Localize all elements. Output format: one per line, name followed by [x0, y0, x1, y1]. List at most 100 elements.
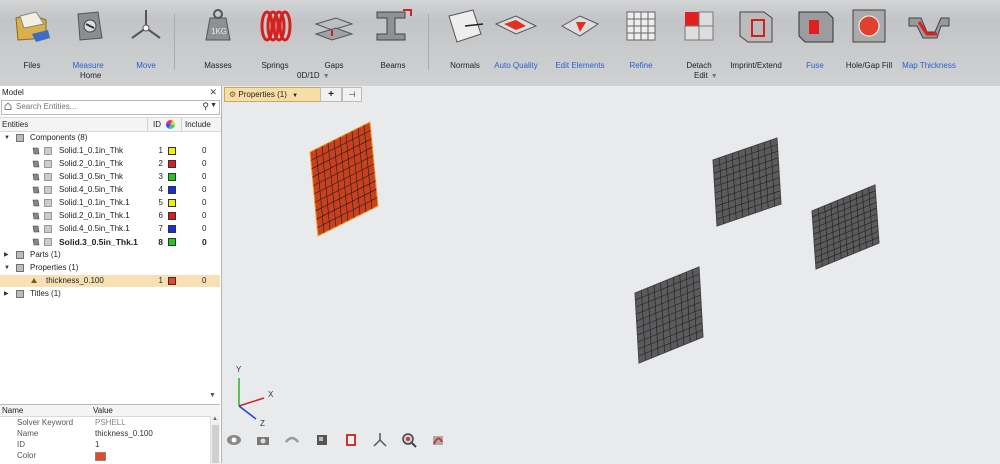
expand-icon[interactable]: ▶: [4, 249, 9, 261]
color-swatch[interactable]: [168, 147, 176, 155]
rotate-icon[interactable]: [430, 432, 446, 448]
hole-gap-fill-button[interactable]: Hole/Gap Fill: [837, 4, 901, 70]
color-swatch[interactable]: [168, 199, 176, 207]
visibility-icon[interactable]: [32, 225, 40, 233]
scroll-up-icon[interactable]: ▲: [212, 416, 218, 422]
tree-item-component[interactable]: Solid.1_0.1in_Thk.1 5 0: [0, 197, 220, 209]
tool-label: Masses: [204, 61, 232, 70]
visibility-icon[interactable]: [32, 238, 40, 246]
color-swatch[interactable]: [95, 452, 106, 461]
collapse-icon[interactable]: ▼: [4, 132, 10, 144]
color-swatch[interactable]: [168, 173, 176, 181]
highlighted-shell-mesh[interactable]: [309, 121, 379, 237]
imprint-extend-button[interactable]: Imprint/Extend: [724, 4, 788, 70]
tree-folder-parts[interactable]: ▶ Parts (1): [0, 249, 220, 261]
shell-mesh[interactable]: [634, 266, 704, 364]
move-button[interactable]: Move: [114, 4, 178, 70]
chevron-down-icon[interactable]: ▼: [210, 102, 217, 109]
model-canvas[interactable]: Y X Z: [222, 86, 1000, 463]
editor-row-solver-keyword[interactable]: Solver Keyword PSHELL: [0, 417, 220, 428]
tool-label: Auto Quality: [494, 61, 538, 70]
visibility-icon[interactable]: [32, 212, 40, 220]
color-swatch[interactable]: [168, 212, 176, 220]
visibility-icon[interactable]: [32, 199, 40, 207]
color-swatch[interactable]: [168, 277, 176, 285]
tree-item-component[interactable]: Solid.3_0.5in_Thk.1 8 0: [0, 236, 220, 248]
map-thickness-button[interactable]: Map Thickness: [897, 4, 961, 70]
scrollbar-thumb[interactable]: [212, 425, 219, 463]
column-include[interactable]: Include: [185, 118, 211, 131]
gaps-button[interactable]: Gaps: [302, 4, 366, 70]
visibility-icon[interactable]: [32, 160, 40, 168]
edit-elements-button[interactable]: Edit Elements: [548, 4, 612, 70]
tool-label: Hole/Gap Fill: [845, 61, 893, 70]
tree-label: Parts (1): [30, 250, 61, 259]
search-icon[interactable]: ⚲: [202, 101, 209, 112]
group-label-edit[interactable]: Edit ▼: [694, 71, 718, 80]
scrollbar[interactable]: ▲: [210, 416, 220, 464]
tree-item-component[interactable]: Solid.4_0.5in_Thk 4 0: [0, 184, 220, 196]
color-swatch[interactable]: [168, 186, 176, 194]
auto-quality-button[interactable]: Auto Quality: [484, 4, 548, 70]
undo-view-icon[interactable]: [284, 432, 300, 448]
tree-folder-titles[interactable]: ▶ Titles (1): [0, 288, 220, 300]
tree-item-component[interactable]: Solid.3_0.5in_Thk 3 0: [0, 171, 220, 183]
tree-item-component[interactable]: Solid.4_0.5in_Thk.1 7 0: [0, 223, 220, 235]
editor-value[interactable]: 1: [95, 439, 99, 450]
tree-include: 0: [202, 146, 207, 155]
expand-icon[interactable]: ▶: [4, 288, 9, 300]
camera-icon[interactable]: [255, 432, 271, 448]
tree-id: 7: [158, 224, 163, 233]
axes-icon[interactable]: [372, 432, 388, 448]
tree-id: 6: [158, 211, 163, 220]
files-button[interactable]: Files: [0, 4, 64, 70]
column-id[interactable]: ID: [153, 118, 161, 131]
editor-row-id[interactable]: ID 1: [0, 439, 220, 450]
tree-include: 0: [202, 198, 207, 207]
search-bar: ⚲ ▼: [1, 100, 220, 115]
search-input[interactable]: [16, 101, 196, 112]
visibility-icon[interactable]: [32, 173, 40, 181]
measure-button[interactable]: Measure: [56, 4, 120, 70]
visualization-icon[interactable]: [226, 432, 242, 448]
group-label-0d1d[interactable]: 0D/1D ▼: [297, 71, 330, 80]
tree-item-component[interactable]: Solid.1_0.1in_Thk 1 0: [0, 145, 220, 157]
tool-label: Beams: [380, 61, 406, 70]
box-view-icon[interactable]: [314, 432, 330, 448]
shell-mesh[interactable]: [712, 137, 782, 227]
color-swatch[interactable]: [168, 160, 176, 168]
refine-button[interactable]: Refine: [609, 4, 673, 70]
collapse-icon[interactable]: ▼: [4, 262, 10, 274]
springs-button[interactable]: Springs: [243, 4, 307, 70]
shell-mesh[interactable]: [811, 184, 880, 270]
editor-value[interactable]: PSHELL: [95, 417, 126, 428]
color-swatch[interactable]: [168, 225, 176, 233]
graphics-viewport[interactable]: ⚙ Properties (1) ▼ + ⊣ Y X Z: [222, 86, 1000, 463]
component-icon: [44, 212, 52, 220]
visibility-icon[interactable]: [32, 186, 40, 194]
zoom-icon[interactable]: [401, 432, 417, 448]
masses-button[interactable]: 1KG Masses: [186, 4, 250, 70]
splitter-chevron-icon[interactable]: ▼: [209, 392, 216, 399]
editor-row-name[interactable]: Name thickness_0.100: [0, 428, 220, 439]
chevron-down-icon[interactable]: ▼: [323, 73, 330, 80]
tree-folder-properties[interactable]: ▼ Properties (1): [0, 262, 220, 274]
chevron-down-icon[interactable]: ▼: [711, 73, 718, 80]
beams-button[interactable]: Beams: [361, 4, 425, 70]
close-icon[interactable]: ✕: [209, 86, 217, 99]
editor-value[interactable]: thickness_0.100: [95, 428, 153, 439]
detach-button[interactable]: Detach: [667, 4, 731, 70]
column-entities[interactable]: Entities: [2, 118, 28, 131]
home-icon[interactable]: [4, 102, 12, 110]
tree-item-component[interactable]: Solid.2_0.1in_Thk.1 6 0: [0, 210, 220, 222]
map-thickness-icon: [908, 17, 950, 39]
mask-icon[interactable]: [343, 432, 359, 448]
editor-row-color[interactable]: Color: [0, 450, 220, 461]
tree-item-component[interactable]: Solid.2_0.1in_Thk 2 0: [0, 158, 220, 170]
component-icon: [44, 186, 52, 194]
visibility-icon[interactable]: [32, 147, 40, 155]
color-wheel-icon[interactable]: [166, 120, 175, 129]
color-swatch[interactable]: [168, 238, 176, 246]
tree-folder-components[interactable]: ▼ Components (8): [0, 132, 220, 144]
tree-item-property[interactable]: thickness_0.100 1 0: [0, 275, 220, 287]
